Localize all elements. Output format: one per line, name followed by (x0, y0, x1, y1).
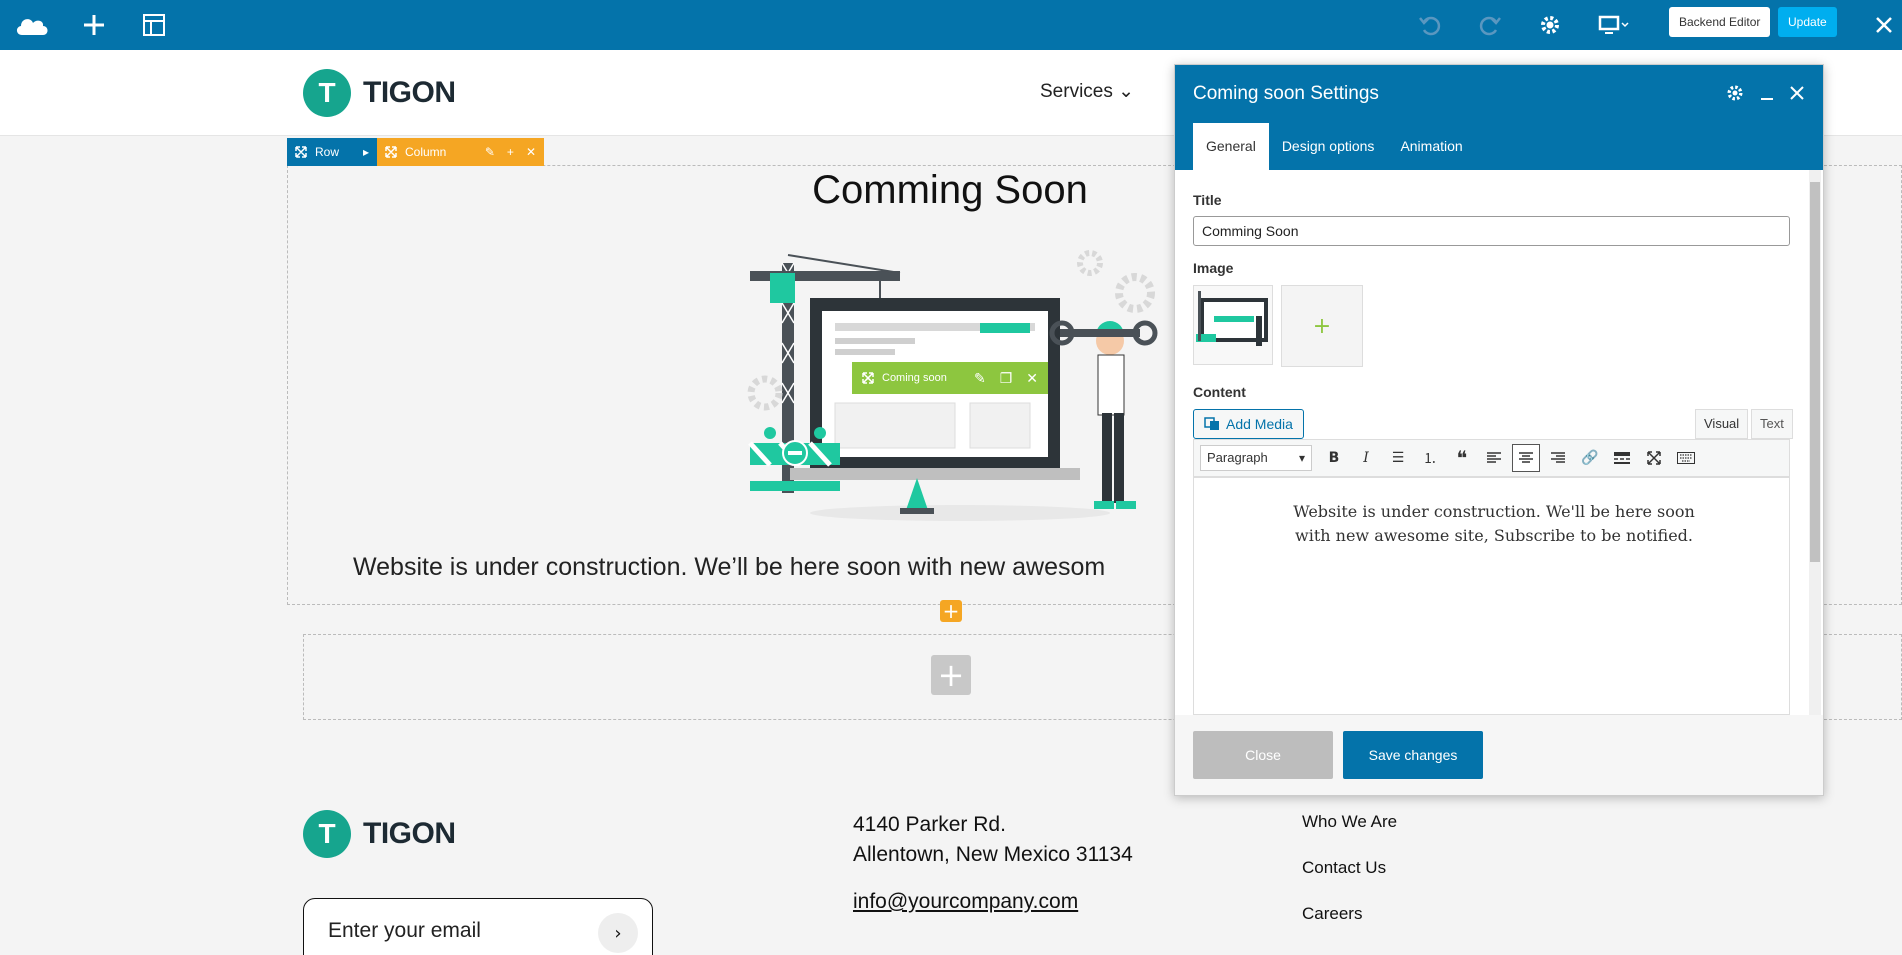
logo-text: TIGON (363, 76, 456, 109)
media-icon (1204, 415, 1220, 434)
align-center-icon[interactable] (1512, 444, 1540, 472)
backend-editor-button[interactable]: Backend Editor (1669, 7, 1771, 37)
undo-icon[interactable] (1414, 0, 1446, 50)
fullscreen-icon[interactable] (1640, 444, 1668, 472)
page-title: Comming Soon (812, 168, 1088, 212)
add-media-button[interactable]: Add Media (1193, 409, 1304, 439)
footer-email-link[interactable]: info@yourcompany.com (853, 890, 1078, 914)
element-controls[interactable]: Coming soon ✎ ❐ ✕ (852, 362, 1048, 394)
close-icon[interactable] (1789, 85, 1805, 105)
move-icon[interactable] (385, 146, 397, 158)
address-line-1: 4140 Parker Rd. (853, 813, 1006, 836)
align-right-icon[interactable] (1544, 444, 1572, 472)
panel-scrollbar-thumb[interactable] (1810, 182, 1820, 562)
panel-tools (1725, 83, 1805, 107)
column-label: Column (405, 145, 447, 159)
numbered-list-icon[interactable]: ⒈ (1416, 444, 1444, 472)
column-controls[interactable]: Column ✎ + ✕ (377, 138, 544, 166)
save-changes-button[interactable]: Save changes (1343, 731, 1483, 779)
title-input[interactable]: Comming Soon (1193, 216, 1790, 246)
logo-mark: T (303, 69, 351, 117)
update-button[interactable]: Update (1778, 7, 1837, 37)
move-icon[interactable] (862, 372, 874, 384)
title-label: Title (1193, 192, 1222, 208)
minimize-icon[interactable] (1759, 85, 1775, 105)
caret-right-icon[interactable]: ▸ (363, 145, 369, 159)
logo-text: TIGON (363, 817, 456, 850)
tab-animation[interactable]: Animation (1387, 123, 1475, 170)
footer-link-contact-us[interactable]: Contact Us (1302, 858, 1386, 878)
panel-footer: Close Save changes (1175, 715, 1823, 795)
panel-title: Coming soon Settings (1193, 83, 1379, 104)
add-media-label: Add Media (1226, 416, 1293, 432)
delete-icon[interactable]: ✕ (526, 145, 536, 159)
submit-arrow-icon[interactable]: › (598, 913, 638, 953)
read-more-icon[interactable] (1608, 444, 1636, 472)
redo-icon[interactable] (1474, 0, 1506, 50)
row-controls[interactable]: Row ▸ (287, 138, 377, 166)
row-label: Row (315, 145, 340, 159)
add-element-icon[interactable] (78, 0, 110, 50)
editor-toolbar: Paragraph B I ☰ ⒈ ❝ 🔗 (1193, 439, 1790, 477)
image-thumbnail[interactable] (1193, 285, 1273, 365)
tab-general[interactable]: General (1193, 123, 1269, 170)
add-element-below-button[interactable]: + (940, 600, 962, 622)
italic-icon[interactable]: I (1352, 444, 1380, 472)
close-icon[interactable] (1870, 0, 1898, 50)
cloud-logo-icon[interactable] (12, 0, 52, 50)
image-label: Image (1193, 260, 1234, 276)
responsive-view-icon[interactable] (1594, 0, 1634, 50)
align-left-icon[interactable] (1480, 444, 1508, 472)
nav-item-services[interactable]: Services ⌄ (1040, 80, 1134, 103)
tab-design-options[interactable]: Design options (1269, 123, 1388, 170)
content-editor[interactable]: Website is under construction. We'll be … (1193, 477, 1790, 715)
element-label: Coming soon (882, 372, 947, 384)
content-label: Content (1193, 384, 1246, 400)
footer-link-who-we-are[interactable]: Who We Are (1302, 812, 1397, 832)
footer-logo[interactable]: T TIGON (303, 810, 456, 858)
settings-panel: Coming soon Settings General Design opti… (1174, 64, 1824, 796)
visual-tab[interactable]: Visual (1695, 409, 1749, 439)
delete-icon[interactable]: ✕ (1026, 370, 1038, 387)
footer-address: 4140 Parker Rd. Allentown, New Mexico 31… (853, 810, 1133, 870)
add-icon[interactable]: + (507, 145, 514, 159)
builder-toolbar: Backend Editor Update (0, 0, 1902, 50)
panel-header: Coming soon Settings General Design opti… (1175, 65, 1823, 170)
site-logo[interactable]: T TIGON (303, 69, 456, 117)
panel-tabs: General Design options Animation (1193, 123, 1476, 170)
panel-body: Title Comming Soon Image + Content Add M… (1175, 170, 1823, 715)
edit-pencil-icon[interactable]: ✎ (974, 370, 986, 387)
settings-gear-icon[interactable] (1534, 0, 1566, 50)
gear-icon[interactable] (1725, 83, 1745, 107)
footer-link-careers[interactable]: Careers (1302, 904, 1362, 924)
keyboard-icon[interactable] (1672, 444, 1700, 472)
edit-pencil-icon[interactable]: ✎ (485, 145, 495, 159)
content-text: Website is under construction. We'll be … (1293, 502, 1695, 545)
email-placeholder: Enter your email (328, 919, 481, 942)
bullet-list-icon[interactable]: ☰ (1384, 444, 1412, 472)
link-icon[interactable]: 🔗 (1576, 444, 1604, 472)
bold-icon[interactable]: B (1320, 444, 1348, 472)
close-button[interactable]: Close (1193, 731, 1333, 779)
add-row-button[interactable]: + (931, 655, 971, 695)
page-text: Website is under construction. We’ll be … (353, 553, 1106, 581)
newsletter-email-input[interactable]: Enter your email › (303, 898, 653, 955)
blockquote-icon[interactable]: ❝ (1448, 444, 1476, 472)
address-line-2: Allentown, New Mexico 31134 (853, 843, 1133, 866)
logo-mark: T (303, 810, 351, 858)
format-select[interactable]: Paragraph (1200, 445, 1312, 471)
clone-icon[interactable]: ❐ (1000, 370, 1013, 387)
add-image-button[interactable]: + (1281, 285, 1363, 367)
move-icon[interactable] (295, 146, 307, 158)
text-tab[interactable]: Text (1751, 409, 1793, 439)
templates-icon[interactable] (138, 0, 170, 50)
